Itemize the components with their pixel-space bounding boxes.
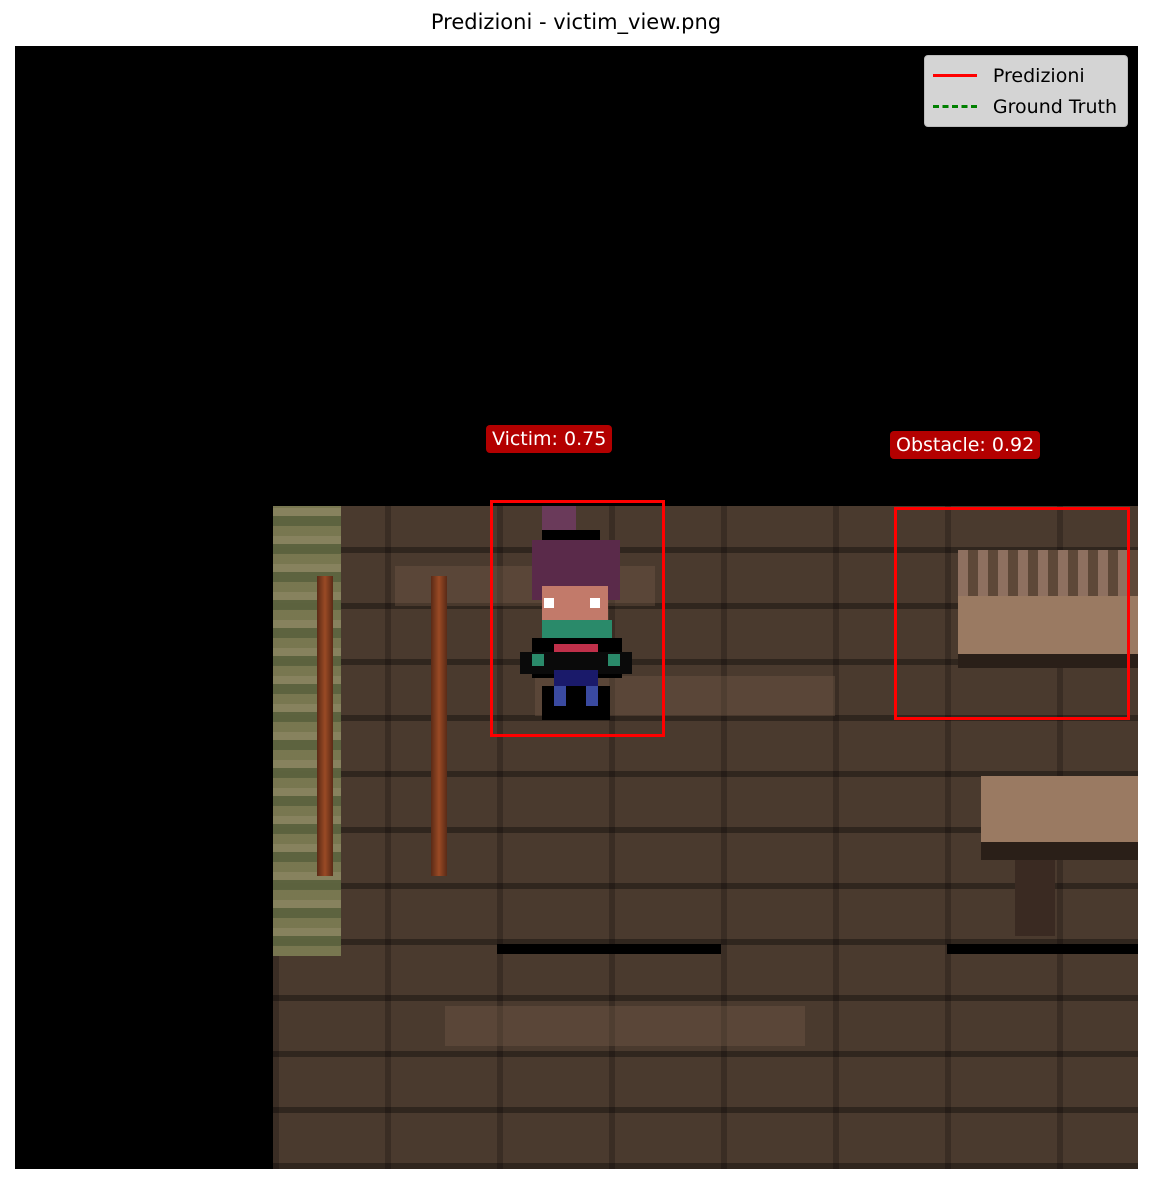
wooden-pole bbox=[431, 576, 447, 876]
legend-label: Ground Truth bbox=[992, 95, 1117, 118]
image-plot-area: Victim: 0.75 Obstacle: 0.92 Predizioni G… bbox=[15, 46, 1138, 1169]
victim-bounding-box bbox=[490, 500, 665, 737]
legend-item-predictions: Predizioni bbox=[932, 60, 1117, 91]
figure-title: Predizioni - victim_view.png bbox=[430, 10, 722, 34]
floor-gap bbox=[947, 944, 1138, 954]
floor-gap bbox=[497, 944, 721, 954]
solid-line-swatch bbox=[932, 74, 977, 77]
obstacle-detection-label: Obstacle: 0.92 bbox=[890, 431, 1041, 459]
table-top bbox=[981, 776, 1138, 842]
floor-plank bbox=[445, 1006, 805, 1046]
dashed-line-swatch bbox=[932, 105, 977, 108]
victim-detection-label: Victim: 0.75 bbox=[486, 425, 613, 453]
wooden-pole bbox=[317, 576, 333, 876]
table-leg bbox=[1015, 860, 1055, 936]
legend-item-ground-truth: Ground Truth bbox=[932, 91, 1117, 122]
legend-label: Predizioni bbox=[992, 64, 1085, 87]
obstacle-bounding-box bbox=[894, 507, 1130, 720]
table-edge bbox=[981, 842, 1138, 860]
legend: Predizioni Ground Truth bbox=[923, 55, 1128, 127]
